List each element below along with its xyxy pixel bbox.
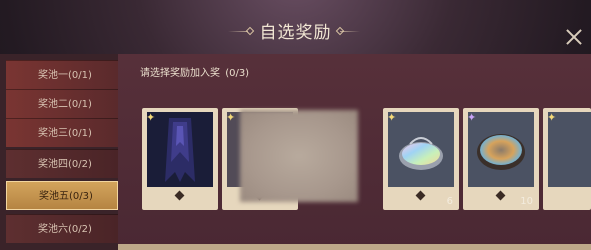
- rainbow-orb-icon: [399, 137, 443, 170]
- reward-card-4[interactable]: ✦ 6: [383, 108, 459, 210]
- sidebar-item-pool-2[interactable]: 奖池二(0/1): [6, 89, 118, 118]
- hidden-item-icon: [240, 110, 358, 202]
- sidebar-item-pool-5[interactable]: 奖池五(0/3): [6, 181, 118, 210]
- sidebar-item-pool-1[interactable]: 奖池一(0/1): [6, 60, 118, 89]
- prompt-text: 请选择奖励加入奖: [140, 68, 220, 79]
- card-image: [468, 112, 534, 187]
- gold-star-icon: ✦: [226, 111, 236, 124]
- rainbow-stone-icon: [477, 134, 525, 170]
- reward-panel: 请选择奖励加入奖 (0/3) ✦ ✦ ✦ 6 ✦ 10 ✦: [118, 54, 591, 250]
- card-diamond-icon: [174, 190, 185, 201]
- item-quantity: 10: [520, 196, 533, 207]
- close-button[interactable]: [561, 25, 587, 51]
- selection-prompt: 请选择奖励加入奖 (0/3): [140, 64, 249, 79]
- reward-card-1[interactable]: ✦: [142, 108, 218, 210]
- sidebar-item-pool-4[interactable]: 奖池四(0/2): [6, 149, 118, 178]
- sidebar-item-pool-3[interactable]: 奖池三(0/1): [6, 118, 118, 147]
- reward-card-6[interactable]: ✦: [543, 108, 591, 210]
- page-title: 自选奖励: [259, 23, 332, 43]
- gold-star-icon: ✦: [146, 111, 156, 124]
- purple-star-icon: ✦: [467, 111, 477, 124]
- pool-sidebar: 奖池一(0/1) 奖池二(0/1) 奖池三(0/1) 奖池四(0/2) 奖池五(…: [0, 54, 118, 250]
- sidebar-item-pool-6[interactable]: 奖池六(0/2): [6, 214, 118, 243]
- reward-card-5[interactable]: ✦ 10: [463, 108, 539, 210]
- card-image: [147, 112, 213, 187]
- gold-star-icon: ✦: [547, 111, 557, 124]
- item-quantity: 6: [446, 196, 453, 207]
- header: 自选奖励: [0, 0, 591, 52]
- bottom-strip: [118, 244, 591, 250]
- dark-cloak-icon: [147, 112, 213, 187]
- gold-star-icon: ✦: [387, 111, 397, 124]
- title-decoration-right: [340, 31, 360, 32]
- card-diamond-icon: [495, 190, 506, 201]
- card-diamond-icon: [415, 190, 426, 201]
- prompt-count: (0/3): [225, 68, 250, 79]
- card-image: [388, 112, 454, 187]
